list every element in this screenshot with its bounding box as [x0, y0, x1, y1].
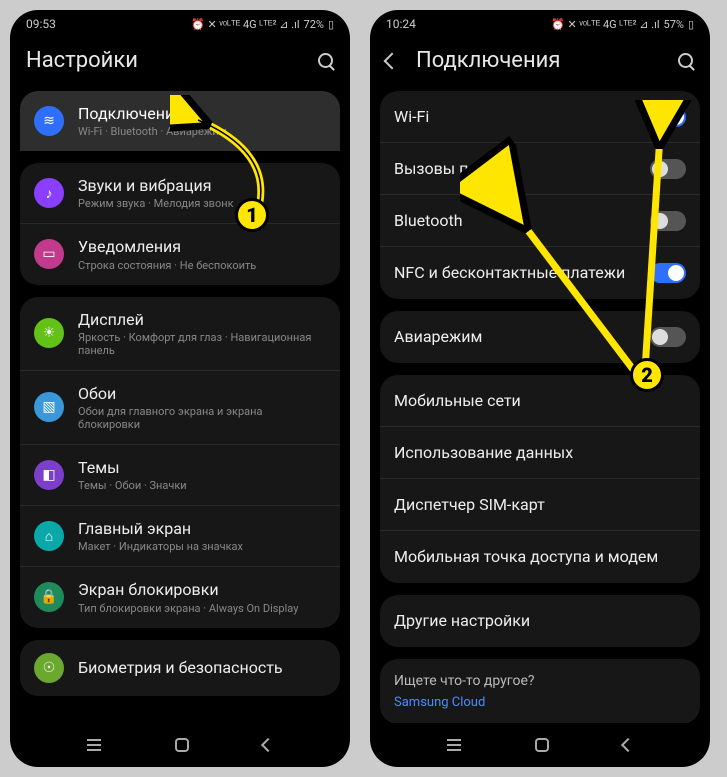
category-icon: ≋	[34, 106, 64, 136]
category-icon: ♪	[34, 178, 64, 208]
item-title: Экран блокировки	[78, 580, 326, 599]
statusbar: 10:24 ⏰ ✕ ᵛᵒᴸᵀᴱ 4G ᴸᵀᴱ² ⊿ .ıl 57% ▯	[370, 10, 710, 38]
settings-item[interactable]: ♪ Звуки и вибрация Режим звука · Мелодия з…	[20, 163, 340, 224]
item-title: Мобильная точка доступа и модем	[394, 547, 686, 566]
connections-item[interactable]: Мобильная точка доступа и модем	[380, 531, 700, 583]
settings-list[interactable]: ≋ Подключения Wi-Fi · Bluetooth · Авиарежи…	[10, 91, 350, 723]
nav-home-icon[interactable]	[175, 738, 189, 752]
page-title: Подключения	[416, 48, 660, 73]
item-title: Уведомления	[78, 237, 326, 256]
nav-recent-icon[interactable]	[447, 739, 461, 751]
item-title: Авиарежим	[394, 327, 636, 346]
category-icon: ⌂	[34, 521, 64, 551]
battery-icon: ▯	[688, 18, 694, 31]
connections-item[interactable]: Диспетчер SIM-карт	[380, 479, 700, 531]
search-icon[interactable]	[318, 53, 334, 69]
toggle-switch[interactable]	[650, 159, 686, 179]
statusbar: 09:53 ⏰ ✕ ᵛᵒᴸᵀᴱ 4G ᴸᵀᴱ² ⊿ .ıl 72% ▯	[10, 10, 350, 38]
toggle-switch[interactable]	[650, 263, 686, 283]
item-title: Wi-Fi	[394, 107, 636, 126]
item-title: Использование данных	[394, 443, 686, 462]
status-icons: ⏰ ✕ ᵛᵒᴸᵀᴱ 4G ᴸᵀᴱ² ⊿ .ıl 57% ▯	[551, 18, 694, 31]
footer-prompt: Ищете что-то другое?	[394, 673, 686, 689]
search-icon[interactable]	[678, 53, 694, 69]
status-time: 10:24	[386, 17, 416, 31]
item-title: Диспетчер SIM-карт	[394, 495, 686, 514]
navbar	[370, 723, 710, 767]
nav-recent-icon[interactable]	[87, 739, 101, 751]
settings-card: ≋ Подключения Wi-Fi · Bluetooth · Авиарежи…	[20, 91, 340, 151]
nav-home-icon[interactable]	[535, 738, 549, 752]
phone-connections: 10:24 ⏰ ✕ ᵛᵒᴸᵀᴱ 4G ᴸᵀᴱ² ⊿ .ıl 57% ▯ Подк…	[370, 10, 710, 767]
settings-item[interactable]: ▧ Обои Обои для главного экрана и экрана б…	[20, 371, 340, 445]
page-title: Настройки	[26, 48, 300, 73]
category-icon: ☉	[34, 653, 64, 683]
status-time: 09:53	[26, 17, 56, 31]
settings-card: ♪ Звуки и вибрация Режим звука · Мелодия з…	[20, 163, 340, 284]
phone-settings: 09:53 ⏰ ✕ ᵛᵒᴸᵀᴱ 4G ᴸᵀᴱ² ⊿ .ıl 72% ▯ Наст…	[10, 10, 350, 767]
item-title: Главный экран	[78, 519, 326, 538]
item-title: Мобильные сети	[394, 391, 686, 410]
settings-item[interactable]: ☀ Дисплей Яркость · Комфорт для глаз · Нав…	[20, 297, 340, 371]
category-icon: ☀	[34, 318, 64, 348]
connections-item[interactable]: Bluetooth	[380, 195, 700, 247]
settings-item[interactable]: 🔒 Экран блокировки Тип блокировки экрана ·…	[20, 567, 340, 627]
footer-card: Ищете что-то другое? Samsung Cloud	[380, 659, 700, 723]
item-title: Вызовы по Wi-Fi	[394, 159, 636, 178]
back-icon[interactable]	[384, 52, 401, 69]
connections-item[interactable]: Использование данных	[380, 427, 700, 479]
connections-item[interactable]: NFC и бесконтактные платежи	[380, 247, 700, 299]
settings-item[interactable]: ▭ Уведомления Строка состояния · Не беспок…	[20, 224, 340, 284]
toggle-switch[interactable]	[650, 107, 686, 127]
item-title: Другие настройки	[394, 611, 686, 630]
footer-link[interactable]: Samsung Cloud	[394, 695, 686, 710]
settings-header: Настройки	[10, 38, 350, 91]
item-title: Биометрия и безопасность	[78, 658, 326, 677]
item-title: Дисплей	[78, 310, 326, 329]
toggle-switch[interactable]	[650, 211, 686, 231]
category-icon: ◧	[34, 460, 64, 490]
item-subtitle: Тип блокировки экрана · Always On Displa…	[78, 602, 326, 615]
connections-card: Авиарежим	[380, 311, 700, 363]
item-title: Подключения	[78, 104, 326, 123]
settings-item[interactable]: ≋ Подключения Wi-Fi · Bluetooth · Авиарежи…	[20, 91, 340, 151]
connections-item[interactable]: Авиарежим	[380, 311, 700, 363]
nav-back-icon[interactable]	[621, 738, 635, 752]
settings-card: ☉ Биометрия и безопасность	[20, 640, 340, 696]
connections-item[interactable]: Мобильные сети	[380, 375, 700, 427]
battery-icon: ▯	[328, 18, 334, 31]
toggle-switch[interactable]	[650, 327, 686, 347]
settings-item[interactable]: ⌂ Главный экран Макет · Индикаторы на знач…	[20, 506, 340, 567]
item-subtitle: Яркость · Комфорт для глаз · Навигационн…	[78, 331, 326, 357]
settings-item[interactable]: ☉ Биометрия и безопасность	[20, 640, 340, 696]
nav-back-icon[interactable]	[261, 738, 275, 752]
item-subtitle: Строка состояния · Не беспокоить	[78, 259, 326, 272]
item-subtitle: Wi-Fi · Bluetooth · Авиарежим	[78, 125, 326, 138]
item-title: Звуки и вибрация	[78, 176, 326, 195]
item-subtitle: Темы · Обои · Значки	[78, 479, 326, 492]
category-icon: ▧	[34, 392, 64, 422]
item-subtitle: Макет · Индикаторы на значках	[78, 540, 326, 553]
item-title: NFC и бесконтактные платежи	[394, 263, 636, 282]
category-icon: 🔒	[34, 582, 64, 612]
item-subtitle: Режим звука · Мелодия звонк	[78, 197, 326, 210]
connections-item[interactable]: Wi-Fi	[380, 91, 700, 143]
settings-item[interactable]: ◧ Темы Темы · Обои · Значки	[20, 445, 340, 506]
item-title: Обои	[78, 384, 326, 403]
connections-card: Мобильные сети Использование данных Диспет…	[380, 375, 700, 583]
connections-item[interactable]: Вызовы по Wi-Fi	[380, 143, 700, 195]
connections-card: Другие настройки	[380, 595, 700, 647]
item-subtitle: Обои для главного экрана и экрана блокир…	[78, 405, 326, 431]
connections-card: Wi-Fi Вызовы по Wi-Fi Bluetooth NFC и беско…	[380, 91, 700, 299]
settings-card: ☀ Дисплей Яркость · Комфорт для глаз · Нав…	[20, 297, 340, 628]
item-title: Темы	[78, 458, 326, 477]
category-icon: ▭	[34, 239, 64, 269]
connections-list[interactable]: Wi-Fi Вызовы по Wi-Fi Bluetooth NFC и беско…	[370, 91, 710, 723]
connections-header: Подключения	[370, 38, 710, 91]
navbar	[10, 723, 350, 767]
item-title: Bluetooth	[394, 211, 636, 230]
connections-item[interactable]: Другие настройки	[380, 595, 700, 647]
status-icons: ⏰ ✕ ᵛᵒᴸᵀᴱ 4G ᴸᵀᴱ² ⊿ .ıl 72% ▯	[191, 18, 334, 31]
